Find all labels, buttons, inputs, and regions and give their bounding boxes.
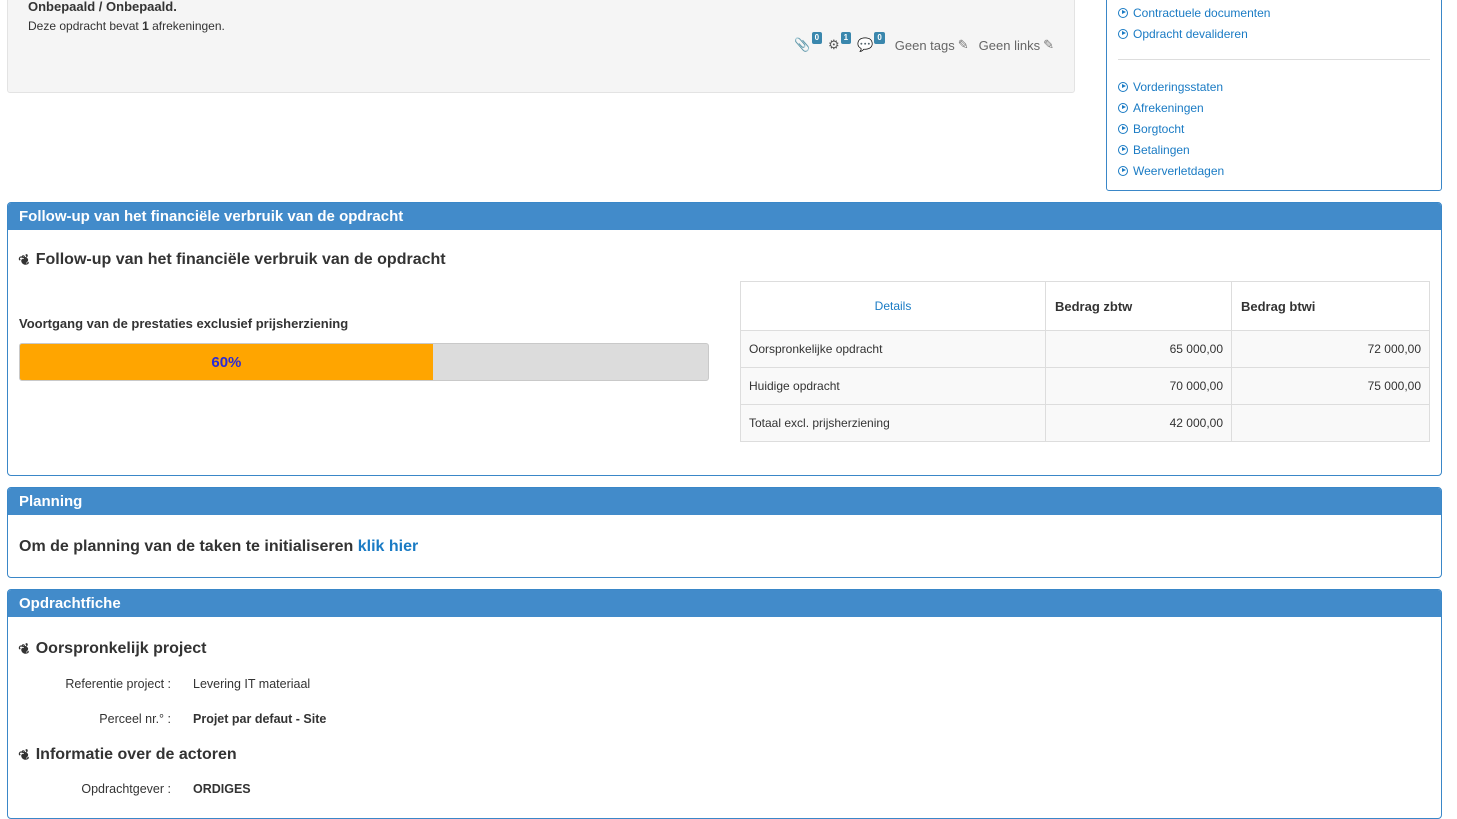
action-afrekeningen[interactable]: Afrekeningen <box>1118 97 1224 118</box>
play-circle-icon <box>1118 102 1128 113</box>
pencil-icon: ✎ <box>1043 37 1054 52</box>
actors-title-text: Informatie over de actoren <box>35 746 237 763</box>
action-betalingen[interactable]: Betalingen <box>1118 139 1224 160</box>
action-label[interactable]: Afrekeningen <box>1133 101 1204 115</box>
contract-info-card: Onbepaald / Onbepaald. Deze opdracht bev… <box>7 0 1075 93</box>
table-cell: 42 000,00 <box>1045 404 1232 442</box>
followup-panel-title: Follow-up van het financiële verbruik va… <box>8 203 1441 230</box>
action-vorderingsstaten[interactable]: Vorderingsstaten <box>1118 76 1224 97</box>
opdrachtgever-row: Opdrachtgever : ORDIGES <box>8 782 568 796</box>
table-row: Totaal excl. prijsherziening 42 000,00 <box>740 404 1430 442</box>
planning-text-label: Om de planning van de taken te initialis… <box>19 538 354 555</box>
table-row: Huidige opdracht 70 000,00 75 000,00 <box>740 367 1430 405</box>
attachments-badge: 0 <box>811 32 823 44</box>
play-circle-icon <box>1118 123 1128 134</box>
planning-panel: Planning Om de planning van de taken te … <box>7 487 1442 578</box>
progress-fill: 60% <box>20 344 433 380</box>
perceel-row: Perceel nr.° : Projet par defaut - Site <box>8 712 568 726</box>
fiche-panel: Opdrachtfiche ❦ Oorspronkelijk project R… <box>7 589 1442 819</box>
action-label[interactable]: Borgtocht <box>1133 122 1184 136</box>
table-cell: Oorspronkelijke opdracht <box>740 330 1046 368</box>
actions-divider <box>1118 59 1430 60</box>
pencil-icon: ✎ <box>957 37 969 52</box>
leaf-icon: ❦ <box>16 639 33 659</box>
settings-badge: 1 <box>840 32 852 44</box>
perceel-value: Projet par defaut - Site <box>193 712 327 726</box>
links-text: Geen links <box>978 37 1041 53</box>
original-project-section-title: ❦ Oorspronkelijk project <box>16 639 207 659</box>
play-circle-icon <box>1118 144 1128 155</box>
tags-text: Geen tags <box>894 37 955 53</box>
tags-edit-link[interactable]: Geen tags ✎ <box>895 37 969 53</box>
table-cell: Totaal excl. prijsherziening <box>740 404 1046 442</box>
action-opdracht-devalideren[interactable]: Opdracht devalideren <box>1118 23 1270 44</box>
action-label[interactable]: Opdracht devalideren <box>1133 27 1248 41</box>
fiche-panel-title: Opdrachtfiche <box>8 590 1441 617</box>
paperclip-icon: 📎 <box>794 37 811 52</box>
count-value: 1 <box>142 19 149 33</box>
table-cell: Huidige opdracht <box>740 367 1046 405</box>
table-row: Oorspronkelijke opdracht 65 000,00 72 00… <box>740 330 1430 368</box>
count-suffix: afrekeningen. <box>152 19 225 33</box>
followup-panel: Follow-up van het financiële verbruik va… <box>7 202 1442 476</box>
action-label[interactable]: Contractuele documenten <box>1133 6 1270 20</box>
play-circle-icon <box>1118 7 1128 18</box>
meta-toolbar: 📎 0 ⚙ 1 💬 0 Geen tags ✎ Geen links ✎ <box>794 32 1054 53</box>
progress-label: Voortgang van de prestaties exclusief pr… <box>19 316 349 331</box>
followup-section-title-text: Follow-up van het financiële verbruik va… <box>35 251 446 268</box>
column-header: Bedrag zbtw <box>1045 281 1232 331</box>
perceel-label: Perceel nr.° : <box>99 712 171 726</box>
action-borgtocht[interactable]: Borgtocht <box>1118 118 1224 139</box>
gear-icon: ⚙ <box>828 37 840 52</box>
settings-button[interactable]: ⚙ 1 <box>828 32 852 53</box>
actions-card: Contractuele documenten Opdracht devalid… <box>1106 0 1442 191</box>
details-link[interactable]: Details <box>875 299 912 313</box>
table-cell: 65 000,00 <box>1045 330 1232 368</box>
comments-button[interactable]: 💬 0 <box>857 32 885 53</box>
planning-init-link[interactable]: klik hier <box>358 538 418 555</box>
planning-panel-title: Planning <box>8 488 1441 515</box>
table-cell <box>1231 404 1430 442</box>
play-circle-icon <box>1118 28 1128 39</box>
leaf-icon: ❦ <box>16 745 33 765</box>
table-cell: 72 000,00 <box>1231 330 1430 368</box>
opdrachtgever-label: Opdrachtgever : <box>81 782 171 796</box>
financial-table: Details Bedrag zbtw Bedrag btwi Oorspron… <box>740 281 1430 442</box>
table-cell: 75 000,00 <box>1231 367 1430 405</box>
attachments-button[interactable]: 📎 0 <box>794 32 823 53</box>
count-prefix: Deze opdracht bevat <box>28 19 139 33</box>
status-text: Onbepaald / Onbepaald. <box>28 0 177 14</box>
original-project-title-text: Oorspronkelijk project <box>35 640 207 657</box>
action-weerverletdagen[interactable]: Weerverletdagen <box>1118 160 1224 181</box>
opdrachtgever-value: ORDIGES <box>193 782 251 796</box>
action-label[interactable]: Vorderingsstaten <box>1133 80 1223 94</box>
reference-project-link[interactable]: Levering IT materiaal <box>193 677 310 691</box>
comments-badge: 0 <box>874 32 885 44</box>
reference-project-row: Referentie project : Levering IT materia… <box>8 677 568 691</box>
table-header-row: Details Bedrag zbtw Bedrag btwi <box>740 281 1430 331</box>
action-label[interactable]: Betalingen <box>1133 143 1190 157</box>
column-header: Bedrag btwi <box>1231 281 1430 331</box>
followup-section-title: ❦ Follow-up van het financiële verbruik … <box>16 250 446 270</box>
leaf-icon: ❦ <box>16 250 33 270</box>
actions-group-1: Contractuele documenten Opdracht devalid… <box>1118 2 1270 44</box>
settlement-count-text: Deze opdracht bevat 1 afrekeningen. <box>28 19 225 33</box>
progress-bar: 60% <box>19 343 709 381</box>
reference-project-label: Referentie project : <box>65 677 171 691</box>
comment-icon: 💬 <box>857 37 874 52</box>
action-contractuele-documenten[interactable]: Contractuele documenten <box>1118 2 1270 23</box>
table-cell: 70 000,00 <box>1045 367 1232 405</box>
play-circle-icon <box>1118 81 1128 92</box>
details-header[interactable]: Details <box>740 281 1046 331</box>
planning-text: Om de planning van de taken te initialis… <box>19 538 418 556</box>
progress-text: 60% <box>211 353 242 371</box>
actors-section-title: ❦ Informatie over de actoren <box>16 745 237 765</box>
action-label[interactable]: Weerverletdagen <box>1133 164 1224 178</box>
actions-group-2: Vorderingsstaten Afrekeningen Borgtocht … <box>1118 76 1224 181</box>
links-edit-link[interactable]: Geen links ✎ <box>979 37 1054 53</box>
play-circle-icon <box>1118 165 1128 176</box>
